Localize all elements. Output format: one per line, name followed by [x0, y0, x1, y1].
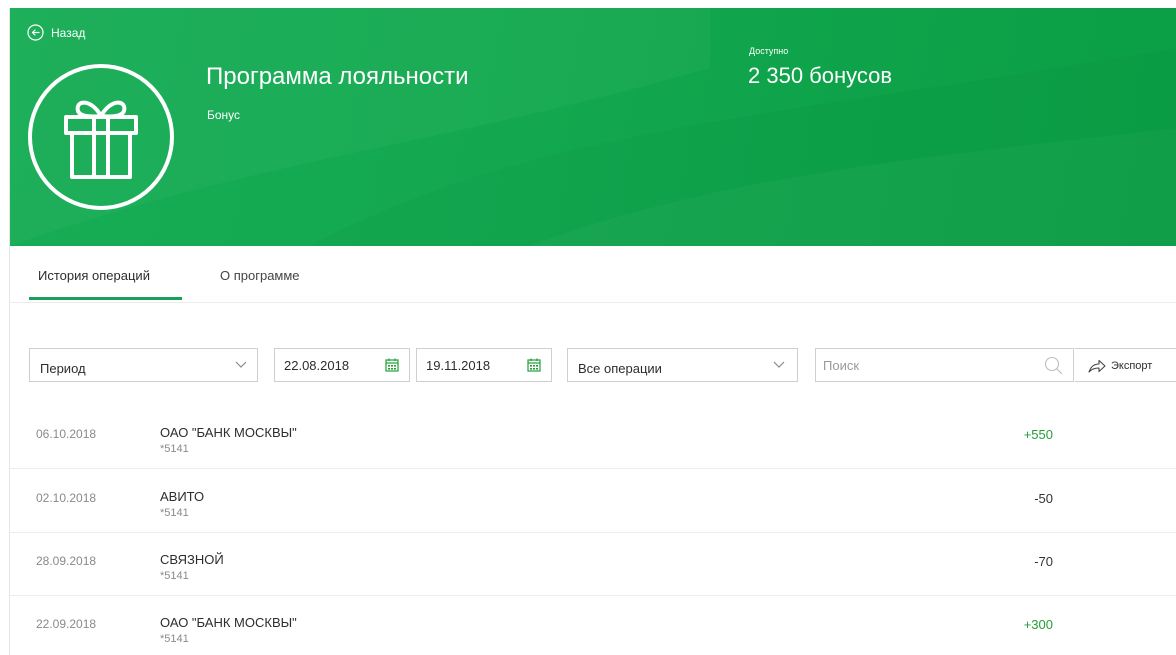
operations-type-value: Все операции	[578, 360, 662, 376]
transaction-card: *5141	[160, 443, 189, 455]
active-tab-indicator	[29, 297, 182, 300]
transaction-date: 06.10.2018	[36, 427, 97, 441]
back-button[interactable]: Назад	[27, 24, 85, 41]
transaction-amount: +300	[1023, 617, 1053, 632]
chevron-down-icon	[235, 361, 247, 368]
export-button[interactable]: Экспорт	[1075, 348, 1176, 382]
calendar-icon[interactable]	[385, 358, 399, 372]
transaction-merchant: СВЯЗНОЙ	[160, 552, 224, 567]
transaction-amount: -70	[1034, 554, 1053, 569]
transaction-card: *5141	[160, 570, 189, 582]
chevron-down-icon	[773, 361, 785, 368]
gift-icon	[64, 100, 138, 179]
date-to-value: 19.11.2018	[426, 357, 491, 373]
transaction-date: 02.10.2018	[36, 491, 97, 505]
transaction-card: *5141	[160, 633, 189, 645]
period-value: Период	[40, 360, 86, 376]
header-background-decoration	[10, 8, 1176, 246]
available-balance: 2 350 бонусов	[748, 63, 893, 88]
transaction-amount: +550	[1023, 427, 1053, 442]
tab-about-program[interactable]: О программе	[220, 268, 300, 283]
program-logo	[28, 64, 174, 210]
transaction-date: 22.09.2018	[36, 617, 97, 631]
loyalty-header: Назад Программа лояльности Бонус Доступн…	[10, 8, 1176, 246]
search-input[interactable]	[823, 357, 1023, 373]
tab-operations-history[interactable]: История операций	[38, 268, 150, 283]
available-label: Доступно	[749, 46, 789, 56]
transaction-amount: -50	[1034, 491, 1053, 506]
search-box[interactable]	[815, 348, 1074, 382]
calendar-icon[interactable]	[527, 358, 541, 372]
back-arrow-icon	[27, 24, 44, 41]
transaction-card: *5141	[160, 507, 189, 519]
page-title: Программа лояльности	[206, 63, 469, 90]
export-label: Экспорт	[1111, 360, 1153, 372]
transaction-merchant: ОАО "БАНК МОСКВЫ"	[160, 425, 297, 440]
program-subtitle: Бонус	[207, 108, 241, 122]
transaction-merchant: ОАО "БАНК МОСКВЫ"	[160, 615, 297, 630]
list-item[interactable]: 28.09.2018 СВЯЗНОЙ *5141 -70	[10, 533, 1176, 596]
date-from-value: 22.08.2018	[284, 357, 350, 373]
list-item[interactable]: 06.10.2018 ОАО "БАНК МОСКВЫ" *5141 +550	[10, 406, 1176, 469]
list-item[interactable]: 22.09.2018 ОАО "БАНК МОСКВЫ" *5141 +300	[10, 596, 1176, 655]
period-select[interactable]: Период	[29, 348, 258, 382]
date-from-input[interactable]: 22.08.2018	[274, 348, 410, 382]
operations-type-select[interactable]: Все операции	[567, 348, 798, 382]
tab-bar: История операций О программе	[10, 246, 1176, 303]
date-to-input[interactable]: 19.11.2018	[416, 348, 552, 382]
page-frame: Назад Программа лояльности Бонус Доступн…	[9, 8, 1176, 655]
transaction-merchant: АВИТО	[160, 489, 205, 504]
transaction-date: 28.09.2018	[36, 554, 97, 568]
back-label[interactable]: Назад	[51, 26, 85, 40]
share-icon	[1088, 359, 1106, 373]
search-icon[interactable]	[1044, 356, 1063, 375]
list-item[interactable]: 02.10.2018 АВИТО *5141 -50	[10, 470, 1176, 533]
